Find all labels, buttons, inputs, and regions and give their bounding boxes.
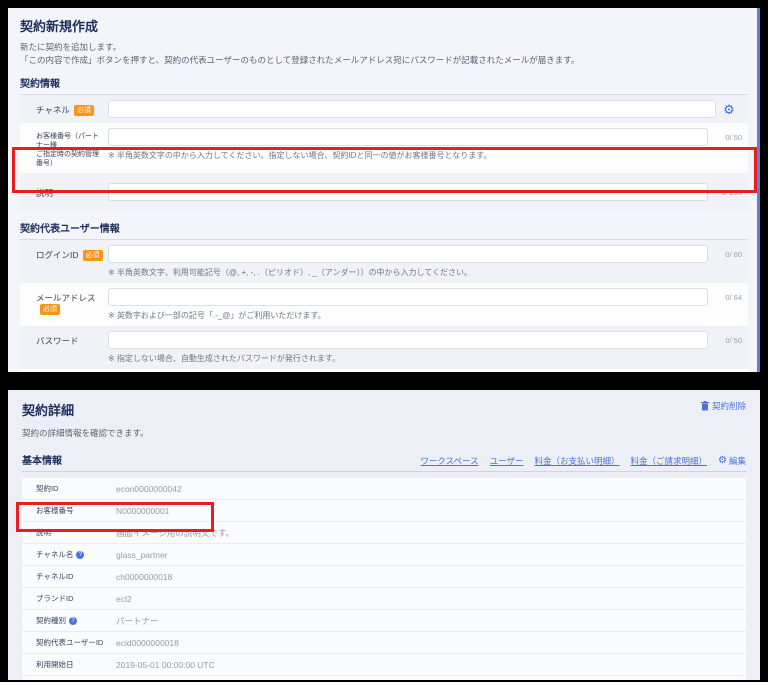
form-row-customer-number: お客様番号（パートナー様 ご指定時の契約管理番号） 0/ 50 ※ 半角英数文字… (20, 123, 748, 173)
scrollbar[interactable] (757, 8, 760, 372)
page-description-line1: 新たに契約を追加します。 (20, 42, 748, 53)
email-counter: 0/ 64 (708, 293, 742, 302)
detail-row-channel-name: チャネル名? glass_partner (22, 544, 746, 566)
login-id-note: ※ 半角英数文字、利用可能記号（@, +, -, .（ピリオド）, _（アンダー… (108, 267, 742, 278)
edit-label: 編集 (729, 455, 746, 467)
detail-page-title: 契約詳細 (22, 400, 74, 419)
contract-type-info-icon[interactable]: ? (69, 617, 77, 625)
contract-info-form: チャネル必須 ⚙ お客様番号（パートナー様 ご指定時の契約管理番号） 0/ 50… (20, 95, 748, 211)
edit-link[interactable]: ⚙ 編集 (718, 455, 746, 467)
basic-info-table: 契約ID econ0000000042 お客様番号 N0000000001 説明… (22, 478, 746, 680)
detail-row-end-date: 利用終了日 利用中 (22, 676, 746, 680)
email-label: メールアドレス (36, 293, 96, 303)
channel-name-info-icon[interactable]: ? (76, 551, 84, 559)
description-input[interactable] (108, 183, 708, 201)
email-note: ※ 英数字および一部の記号「.-_@」がご利用いただけます。 (108, 310, 742, 321)
link-billing-detail[interactable]: 料金（ご請求明細） (631, 455, 708, 467)
required-badge: 必須 (40, 304, 60, 315)
page-title: 契約新規作成 (20, 16, 748, 35)
description-counter: 0/ 255 (708, 188, 742, 197)
link-payment-detail[interactable]: 料金（お支払い明細） (534, 455, 619, 467)
customer-number-note: ※ 半角英数文字の中から入力してください。指定しない場合、契約IDと同一の値がお… (108, 150, 742, 161)
password-counter: 0/ 50 (708, 336, 742, 345)
trash-icon (701, 401, 709, 411)
login-id-input[interactable] (108, 245, 708, 263)
delete-contract-label: 契約削除 (712, 400, 746, 412)
detail-page-description: 契約の詳細情報を確認できます。 (22, 427, 746, 439)
customer-number-label-line2: ご指定時の契約管理番号） (36, 150, 104, 168)
password-input[interactable] (108, 331, 708, 349)
customer-number-label-line1: お客様番号（パートナー様 (36, 132, 104, 150)
login-id-label: ログインID (36, 250, 79, 260)
detail-row-customer-number: お客様番号 N0000000001 (22, 500, 746, 522)
description-label: 説明 (36, 188, 53, 198)
form-row-login-id: ログインID 必須 0/ 60 ※ 半角英数文字、利用可能記号（@, +, -, … (20, 240, 748, 283)
contract-detail-panel: 契約詳細 契約削除 契約の詳細情報を確認できます。 基本情報 ワークスペース ユ… (8, 390, 760, 680)
detail-row-channel-id: チャネルID ch0000000018 (22, 566, 746, 588)
channel-settings-gear-icon[interactable]: ⚙ (716, 103, 742, 116)
form-row-channel: チャネル必須 ⚙ (20, 95, 748, 123)
link-users[interactable]: ユーザー (490, 455, 524, 467)
form-row-password-confirm: パスワード（確認） 0/ 50 (20, 369, 748, 372)
page-description-line2: 「この内容で作成」ボタンを押すと、契約の代表ユーザーのものとして登録されたメール… (20, 55, 748, 66)
edit-gear-icon: ⚙ (718, 456, 727, 466)
detail-row-contract-id: 契約ID econ0000000042 (22, 478, 746, 500)
detail-links: ワークスペース ユーザー 料金（お支払い明細） 料金（ご請求明細） ⚙ 編集 (420, 455, 746, 467)
customer-number-input[interactable] (108, 128, 708, 146)
detail-row-brand-id: ブランドID ecl2 (22, 588, 746, 610)
delete-contract-link[interactable]: 契約削除 (701, 400, 746, 412)
customer-number-counter: 0/ 50 (708, 133, 742, 142)
detail-row-representative-user-id: 契約代表ユーザーID ecid0000000018 (22, 632, 746, 654)
form-row-email: メールアドレス必須 0/ 64 ※ 英数字および一部の記号「.-_@」がご利用い… (20, 283, 748, 326)
detail-row-start-date: 利用開始日 2019-05-01 00:00:00 UTC (22, 654, 746, 676)
required-badge: 必須 (83, 250, 103, 261)
password-label: パスワード (36, 336, 79, 346)
detail-row-description: 説明 画面イメージ用の説明文です。 (22, 522, 746, 544)
section-contract-info: 契約情報 (20, 75, 748, 95)
login-id-counter: 0/ 60 (708, 250, 742, 259)
password-note: ※ 指定しない場合、自動生成されたパスワードが発行されます。 (108, 353, 742, 364)
channel-input[interactable] (108, 100, 716, 118)
detail-row-contract-type: 契約種別? パートナー (22, 610, 746, 632)
representative-user-form: ログインID 必須 0/ 60 ※ 半角英数文字、利用可能記号（@, +, -, … (20, 240, 748, 372)
email-input[interactable] (108, 288, 708, 306)
form-row-description: 説明 0/ 255 (20, 173, 748, 211)
section-basic-info: 基本情報 (22, 452, 62, 467)
required-badge: 必須 (74, 105, 94, 116)
link-workspace[interactable]: ワークスペース (420, 455, 478, 467)
section-representative-user: 契約代表ユーザー情報 (20, 220, 748, 240)
create-contract-panel: 契約新規作成 新たに契約を追加します。 「この内容で作成」ボタンを押すと、契約の… (8, 8, 760, 372)
channel-label: チャネル (36, 105, 70, 115)
form-row-password: パスワード 0/ 50 ※ 指定しない場合、自動生成されたパスワードが発行されま… (20, 326, 748, 369)
